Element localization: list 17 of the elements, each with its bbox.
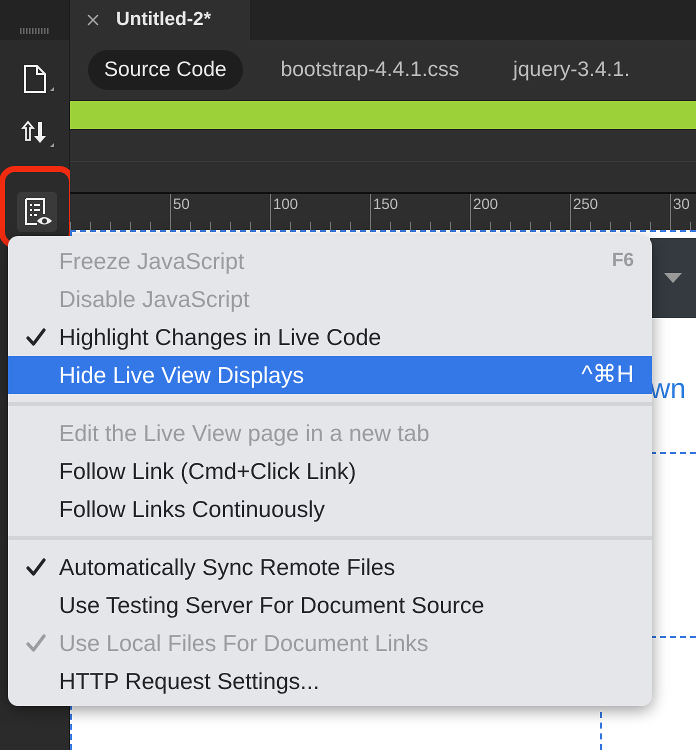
- menu-item[interactable]: Automatically Sync Remote Files: [8, 548, 652, 586]
- page-text: wn: [650, 372, 686, 406]
- shortcut-text: F6: [612, 248, 634, 273]
- menu-item[interactable]: HTTP Request Settings...: [8, 662, 652, 700]
- grip-icon[interactable]: [20, 28, 50, 34]
- menu-item[interactable]: Follow Link (Cmd+Click Link): [8, 452, 652, 490]
- related-file-tab[interactable]: Source Code: [88, 50, 243, 90]
- document-tab[interactable]: Untitled-2*: [70, 0, 250, 40]
- related-file-tab[interactable]: bootstrap-4.4.1.css: [264, 50, 476, 90]
- shortcut-text: ^⌘H: [581, 360, 634, 390]
- menu-item[interactable]: Hide Live View Displays ^⌘H: [8, 356, 652, 394]
- dropdown-triangle-icon[interactable]: [664, 273, 682, 283]
- menu-item[interactable]: Highlight Changes in Live Code: [8, 318, 652, 356]
- live-view-options-button[interactable]: [16, 192, 56, 232]
- menu-item[interactable]: Follow Links Continuously: [8, 490, 652, 528]
- menu-item[interactable]: Use Testing Server For Document Source: [8, 586, 652, 624]
- related-file-tab[interactable]: jquery-3.4.1.: [497, 50, 646, 90]
